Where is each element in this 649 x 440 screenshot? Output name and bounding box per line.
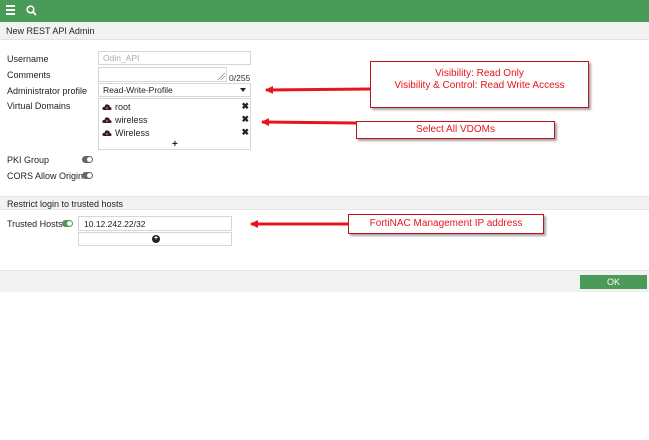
pki-group-toggle[interactable]: [82, 156, 93, 163]
pki-group-label: PKI Group: [7, 155, 50, 165]
trusted-hosts-toggle[interactable]: [62, 220, 73, 227]
virtual-domains-list: root ✖ wireless ✖ Wireless ✖ +: [98, 98, 251, 150]
search-icon[interactable]: [26, 5, 37, 16]
arrow-to-profile: [265, 85, 371, 94]
username-field[interactable]: Odin_API: [98, 51, 251, 65]
comments-label: Comments: [7, 70, 51, 80]
remove-vdom-icon[interactable]: ✖: [241, 114, 249, 125]
trusted-hosts-label: Trusted Hosts: [7, 219, 63, 229]
profile-annotation-line2: Visibility & Control: Read Write Access: [394, 80, 565, 91]
ip-annotation-box: FortiNAC Management IP address: [348, 214, 544, 234]
comments-char-counter: 0/255: [229, 73, 251, 83]
admin-profile-label: Administrator profile: [7, 86, 88, 96]
profile-annotation-box: Visibility: Read Only Visibility & Contr…: [370, 61, 589, 108]
username-label: Username: [7, 54, 49, 64]
add-trusted-host-button[interactable]: +: [78, 232, 232, 246]
form-footer: OK: [0, 270, 649, 292]
comments-field[interactable]: [98, 67, 227, 82]
vdom-item-label: Wireless: [115, 128, 150, 138]
vdom-item-label: root: [115, 102, 131, 112]
admin-profile-select[interactable]: Read-Write-Profile: [98, 83, 251, 97]
vdom-cloud-icon: [102, 103, 112, 111]
vdom-item: wireless ✖: [102, 114, 249, 126]
vdom-item: Wireless ✖: [102, 127, 249, 139]
trusted-hosts-section-header: Restrict login to trusted hosts: [0, 196, 649, 210]
add-vdom-button[interactable]: +: [172, 139, 178, 150]
admin-profile-value: Read-Write-Profile: [103, 85, 173, 95]
vdom-cloud-icon: [102, 129, 112, 137]
chevron-down-icon: [240, 88, 246, 92]
profile-annotation-line1: Visibility: Read Only: [435, 68, 524, 79]
vdom-item-label: wireless: [115, 115, 148, 125]
vdom-item: root ✖: [102, 101, 249, 113]
trusted-host-input[interactable]: 10.12.242.22/32: [78, 216, 232, 231]
resize-handle-icon[interactable]: [217, 72, 226, 81]
top-navigation-bar: [0, 0, 649, 22]
ok-button[interactable]: OK: [580, 275, 647, 289]
vdom-cloud-icon: [102, 116, 112, 124]
cors-label: CORS Allow Origin: [7, 171, 84, 181]
vdom-annotation-box: Select All VDOMs: [356, 121, 555, 139]
virtual-domains-label: Virtual Domains: [7, 101, 71, 111]
cors-toggle[interactable]: [82, 172, 93, 179]
plus-circle-icon: +: [152, 235, 160, 243]
remove-vdom-icon[interactable]: ✖: [241, 127, 249, 138]
remove-vdom-icon[interactable]: ✖: [241, 101, 249, 112]
section-title: Restrict login to trusted hosts: [7, 199, 124, 209]
page-title: New REST API Admin: [6, 26, 95, 36]
arrow-to-vdoms: [261, 118, 357, 127]
page-header: New REST API Admin: [0, 22, 649, 40]
menu-icon[interactable]: [6, 5, 15, 15]
